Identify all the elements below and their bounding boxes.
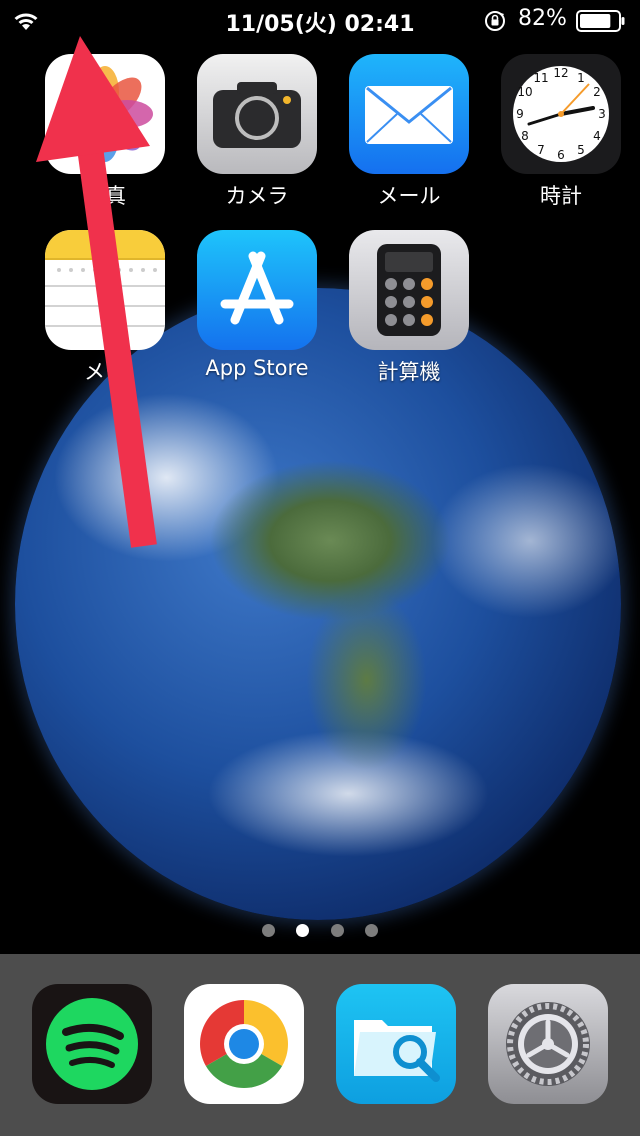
svg-text:2: 2 [593,85,601,99]
dock-app-file-search[interactable] [336,984,456,1134]
settings-icon [488,984,608,1104]
file-search-icon [336,984,456,1104]
camera-icon [197,54,317,174]
page-dot[interactable] [330,924,344,937]
rotation-lock-icon [485,11,505,31]
app-label: メモ [84,360,126,384]
page-dot[interactable] [364,924,378,937]
app-store-icon [197,230,317,350]
clock-icon: 12 1 2 345 678 9 10 11 [501,54,621,174]
spotify-icon [32,984,152,1104]
svg-text:9: 9 [516,107,524,121]
svg-text:4: 4 [593,129,601,143]
svg-text:7: 7 [537,143,545,157]
dock-app-chrome[interactable] [184,984,304,1134]
page-dot[interactable] [262,924,276,937]
battery-icon [576,10,625,32]
page-indicator[interactable] [0,922,640,941]
mail-icon [349,54,469,174]
app-label: メール [377,184,441,208]
app-label: App Store [205,356,309,380]
chrome-icon [184,984,304,1104]
app-notes[interactable]: メモ [45,230,165,384]
dock-app-spotify[interactable] [32,984,152,1134]
svg-text:3: 3 [598,107,606,121]
svg-text:11: 11 [533,71,548,85]
battery-percent: 82% [518,6,567,31]
app-label: 計算機 [377,360,441,384]
calculator-icon [349,230,469,350]
svg-text:10: 10 [517,85,532,99]
app-label: 時計 [540,184,582,208]
svg-text:12: 12 [553,66,568,80]
svg-text:1: 1 [577,71,585,85]
app-mail[interactable]: メール [349,54,469,208]
app-camera[interactable]: カメラ [197,54,317,208]
app-label: カメラ [225,184,289,208]
svg-text:8: 8 [521,129,529,143]
app-photos[interactable]: 写真 [45,54,165,208]
app-app-store[interactable]: App Store [197,230,317,380]
photos-icon [45,54,165,174]
dock-app-settings[interactable] [488,984,608,1134]
app-clock[interactable]: 12 1 2 345 678 9 10 11 時計 [501,54,621,208]
svg-text:5: 5 [577,143,585,157]
status-bar: 11/05(火) 02:41 82% [0,0,640,40]
dock [0,954,640,1136]
svg-text:6: 6 [557,148,565,162]
notes-icon [45,230,165,350]
page-dot-active[interactable] [296,924,310,937]
app-label: 写真 [84,184,126,208]
app-calculator[interactable]: 計算機 [349,230,469,384]
